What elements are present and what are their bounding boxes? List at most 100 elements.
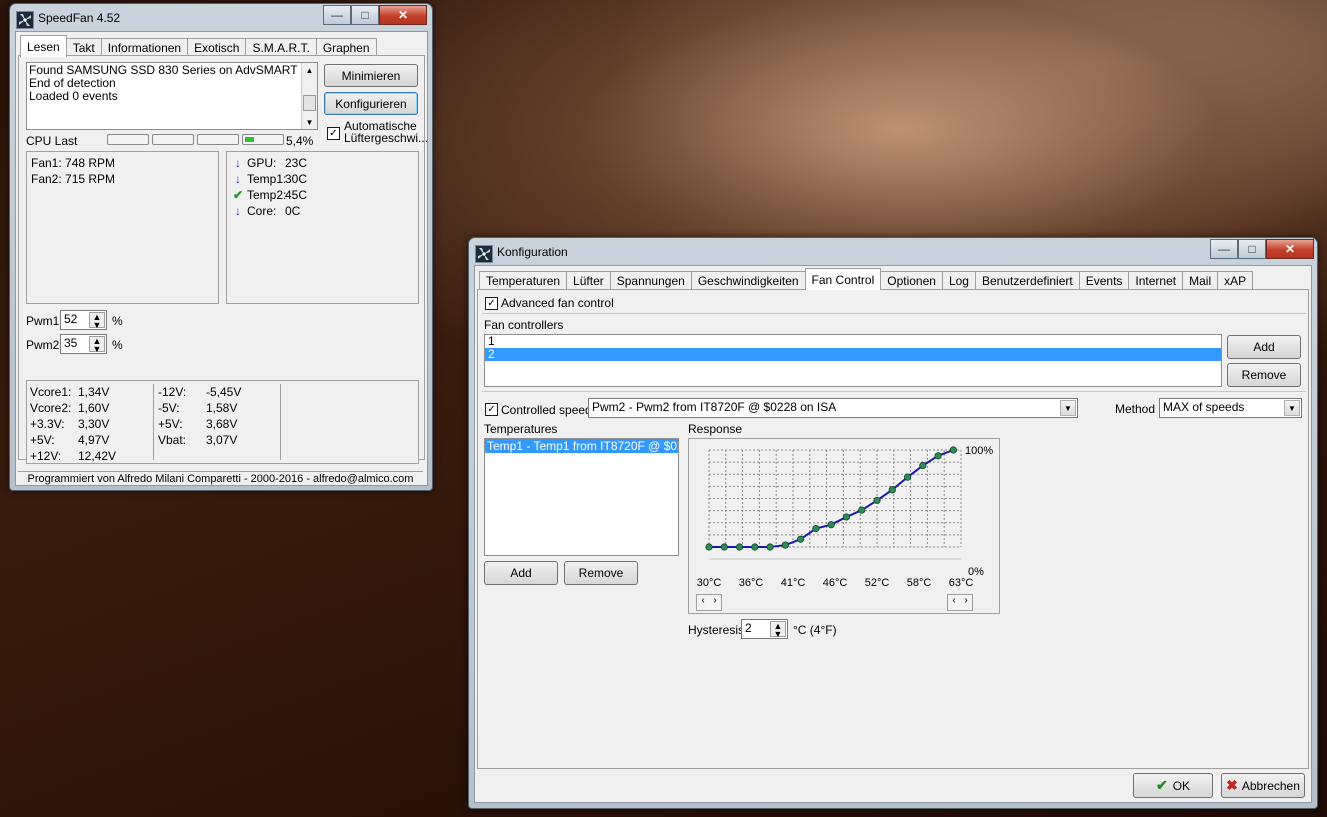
tab-lesen[interactable]: Lesen (20, 35, 67, 57)
minimize-window-icon[interactable]: — (1210, 239, 1238, 259)
auto-fan-checkbox[interactable]: ✓ (327, 127, 340, 140)
configure-button[interactable]: Konfigurieren (324, 92, 418, 115)
add-controller-button[interactable]: Add (1227, 335, 1301, 359)
voltage-value: 1,34V (78, 385, 110, 399)
temperature-name: Core: (247, 204, 277, 218)
response-point (812, 524, 820, 533)
voltage-value: 3,68V (206, 417, 238, 431)
maximize-window-icon[interactable]: □ (351, 5, 379, 25)
log-scrollbar[interactable]: ▲ ▼ (301, 63, 317, 129)
log-lines: Found SAMSUNG SSD 830 Series on AdvSMART… (27, 63, 317, 104)
cpu-bar-fill (245, 137, 254, 142)
fan-controller-item[interactable]: 1 (485, 335, 1221, 348)
close-window-icon[interactable]: ✕ (379, 5, 427, 25)
tab-mail[interactable]: Mail (1182, 271, 1219, 290)
pwm2-label: Pwm2: (26, 338, 63, 352)
log-box[interactable]: Found SAMSUNG SSD 830 Series on AdvSMART… (26, 62, 318, 130)
voltage-row: -12V: -5,45V (158, 384, 241, 400)
arrow-down-icon: ↓ (235, 156, 241, 170)
controlled-speed-checkbox[interactable]: ✓ (485, 403, 498, 416)
x-tick-label: 36°C (739, 577, 764, 589)
advanced-fan-control-checkbox[interactable]: ✓ (485, 297, 498, 310)
voltage-row: +3.3V: 3,30V (30, 416, 116, 432)
tab-spannungen[interactable]: Spannungen (609, 271, 692, 290)
tab-fan-control[interactable]: Fan Control (804, 268, 882, 290)
add-temperature-button[interactable]: Add (484, 561, 558, 585)
spinner-arrows-icon[interactable]: ▲ ▼ (770, 621, 786, 639)
response-chart-frame: 100% 0% 30°C 36°C 41°C 46°C 52°C 58°C 63°C ‹ › ‹… (688, 438, 1000, 614)
pwm2-spinner[interactable]: 35 ▲ ▼ (60, 334, 107, 354)
chevron-down-icon[interactable]: ▼ (1060, 400, 1076, 416)
shift-right-control[interactable]: ‹ › (947, 594, 973, 611)
tab-l-fter[interactable]: Lüfter (566, 271, 611, 290)
temperatures-list[interactable]: Temp1 - Temp1 from IT8720F @ $0228 (484, 438, 679, 556)
speedfan-client: Lesen Takt Informationen Exotisch S.M.A.R.T.… (15, 31, 428, 486)
tab-temperaturen[interactable]: Temperaturen (479, 271, 568, 290)
speedfan-titlebar[interactable]: SpeedFan 4.52 — □ ✕ (10, 4, 432, 32)
voltage-name: -12V: (158, 385, 187, 399)
scroll-up-icon[interactable]: ▲ (302, 66, 317, 75)
scroll-thumb[interactable] (303, 95, 316, 111)
tab-events[interactable]: Events (1078, 271, 1130, 290)
temperature-list: ↓ GPU: 23C ↓ Temp1: 30C ✔ Temp2: 45C ↓ Core: 0C (227, 152, 418, 222)
tab-internet[interactable]: Internet (1128, 271, 1184, 290)
response-chart[interactable]: 100%0%30°C 36°C 41°C 46°C 52°C 58°C 63°C (689, 439, 999, 613)
close-window-icon[interactable]: ✕ (1266, 239, 1314, 259)
response-point (919, 461, 927, 470)
ok-button[interactable]: ✔ OK (1133, 773, 1213, 798)
voltage-value: 1,58V (206, 401, 238, 415)
speedfan-app-icon (16, 11, 34, 29)
hysteresis-spinner[interactable]: 2 ▲ ▼ (741, 619, 788, 639)
chevron-right-icon[interactable]: › (960, 595, 972, 610)
voltages-box: Vcore1: 1,34V Vcore2: 1,60V +3.3V: 3,30V +5V: 4… (26, 380, 419, 464)
voltage-value: 3,30V (78, 417, 110, 431)
chevron-left-icon[interactable]: ‹ (697, 595, 709, 610)
pwm1-spinner[interactable]: 52 ▲ ▼ (60, 310, 107, 330)
response-point (873, 496, 881, 505)
voltage-name: Vcore2: (30, 401, 72, 415)
chevron-right-icon[interactable]: › (709, 595, 721, 610)
tab-log[interactable]: Log (941, 271, 976, 290)
scroll-down-icon[interactable]: ▼ (302, 118, 317, 127)
temperature-item[interactable]: Temp1 - Temp1 from IT8720F @ $0228 (485, 439, 678, 453)
tab-optionen[interactable]: Optionen (880, 271, 943, 290)
ok-label: OK (1172, 778, 1191, 793)
voltage-row: +5V: 4,97V (30, 432, 116, 448)
minimize-button[interactable]: Minimieren (324, 64, 418, 87)
maximize-window-icon[interactable]: □ (1238, 239, 1266, 259)
chevron-left-icon[interactable]: ‹ (948, 595, 960, 610)
cpu-label: CPU Last (26, 134, 78, 148)
voltage-name: Vbat: (158, 433, 187, 447)
controlled-speed-select[interactable]: Pwm2 - Pwm2 from IT8720F @ $0228 on ISA … (588, 398, 1078, 418)
fan-controllers-list[interactable]: 12 (484, 334, 1222, 387)
fan-control-panel: ✓ Advanced fan control Fan controllers 1… (477, 289, 1309, 769)
voltages-right: -12V: -5,45V -5V: 1,58V +5V: 3,68V Vbat: 3,07V (158, 384, 241, 448)
spinner-arrows-icon[interactable]: ▲ ▼ (89, 336, 105, 354)
voltage-value: 4,97V (78, 433, 110, 447)
temperature-row: ↓ Temp1: 30C (231, 171, 414, 187)
speedfan-title: SpeedFan 4.52 (38, 11, 121, 25)
shift-left-control[interactable]: ‹ › (696, 594, 722, 611)
fan-controller-item[interactable]: 2 (485, 348, 1221, 361)
response-label: Response (688, 422, 743, 436)
tab-geschwindigkeiten[interactable]: Geschwindigkeiten (690, 271, 806, 290)
spinner-arrows-icon[interactable]: ▲ ▼ (89, 312, 105, 330)
check-icon: ✔ (1155, 777, 1168, 793)
config-titlebar[interactable]: Konfiguration — □ ✕ (469, 238, 1317, 266)
cancel-button[interactable]: ✖ Abbrechen (1221, 773, 1305, 798)
voltage-value: 1,60V (78, 401, 110, 415)
response-point (781, 541, 789, 549)
voltage-value: 12,42V (78, 449, 117, 463)
chevron-down-icon[interactable]: ▼ (1284, 400, 1300, 416)
voltage-name: -5V: (158, 401, 180, 415)
minimize-window-icon[interactable]: — (323, 5, 351, 25)
method-select[interactable]: MAX of speeds ▼ (1159, 398, 1302, 418)
y-tick-label: 100% (965, 445, 993, 457)
remove-controller-button[interactable]: Remove (1227, 363, 1301, 387)
config-tabs: Temperaturen Lüfter Spannungen Geschwindigk… (479, 268, 1254, 290)
auto-fan-label-line2: Lüftergeschwi... (344, 131, 429, 145)
tab-benutzerdefiniert[interactable]: Benutzerdefiniert (974, 271, 1080, 290)
remove-temperature-button[interactable]: Remove (564, 561, 638, 585)
tab-xap[interactable]: xAP (1217, 271, 1254, 290)
speedfan-window: SpeedFan 4.52 — □ ✕ Lesen Takt Information… (9, 3, 433, 491)
